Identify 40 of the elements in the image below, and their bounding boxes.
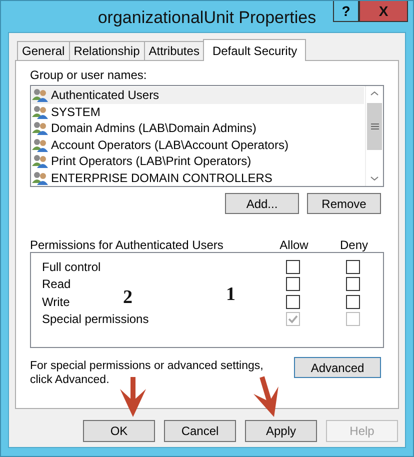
user-list-item[interactable]: Account Operators (LAB\Account Operators) bbox=[32, 136, 364, 153]
user-list-item[interactable]: Print Operators (LAB\Print Operators) bbox=[32, 153, 364, 170]
dialog-button[interactable]: Remove bbox=[307, 193, 381, 214]
annotation-number: 2 bbox=[123, 287, 132, 308]
user-list-item[interactable]: Domain Admins (LAB\Domain Admins) bbox=[32, 120, 364, 136]
permissions-label: Permissions for Authenticated Users bbox=[30, 238, 224, 252]
tab[interactable]: Relationship bbox=[68, 41, 145, 60]
dialog-button[interactable]: Add... bbox=[225, 193, 299, 214]
column-heading: Allow bbox=[278, 238, 310, 252]
permission-name: Write bbox=[42, 294, 70, 309]
grip-icon bbox=[370, 123, 378, 130]
user-list-item[interactable]: SYSTEM bbox=[32, 104, 364, 120]
dialog-button[interactable]: Apply bbox=[245, 420, 317, 442]
advanced-button[interactable]: Advanced bbox=[294, 357, 381, 378]
window-title: organizationalUnit Properties bbox=[98, 6, 316, 28]
permission-name: Special permissions bbox=[42, 312, 149, 326]
close-button[interactable]: X bbox=[359, 1, 408, 22]
scroll-thumb[interactable] bbox=[367, 103, 382, 150]
annotation-number: 1 bbox=[226, 284, 236, 305]
scrollbar[interactable] bbox=[365, 86, 383, 186]
group-label: Group or user names: bbox=[30, 68, 148, 82]
user-list-item[interactable]: ENTERPRISE DOMAIN CONTROLLERS bbox=[32, 170, 364, 186]
checkbox[interactable] bbox=[346, 294, 360, 309]
permission-name: Read bbox=[42, 277, 71, 292]
column-heading: Deny bbox=[338, 238, 369, 252]
checkbox[interactable] bbox=[286, 277, 300, 292]
permission-name: Full control bbox=[42, 260, 101, 274]
annotation-arrow bbox=[120, 377, 146, 417]
dialog-button[interactable]: Cancel bbox=[164, 420, 236, 442]
checkbox[interactable] bbox=[286, 260, 300, 274]
checkbox[interactable] bbox=[346, 260, 360, 274]
tab[interactable]: General bbox=[17, 41, 70, 60]
tab[interactable]: Default Security bbox=[203, 39, 306, 61]
checkbox[interactable] bbox=[286, 294, 300, 309]
advanced-note: For special permissions or advanced settings, click Advanced. bbox=[30, 359, 264, 387]
annotation-arrow bbox=[254, 376, 278, 417]
user-list-item[interactable]: Authenticated Users bbox=[32, 87, 364, 104]
dialog-button[interactable]: OK bbox=[83, 420, 155, 442]
help-button[interactable]: ? bbox=[333, 1, 359, 22]
checkbox[interactable] bbox=[346, 277, 360, 292]
